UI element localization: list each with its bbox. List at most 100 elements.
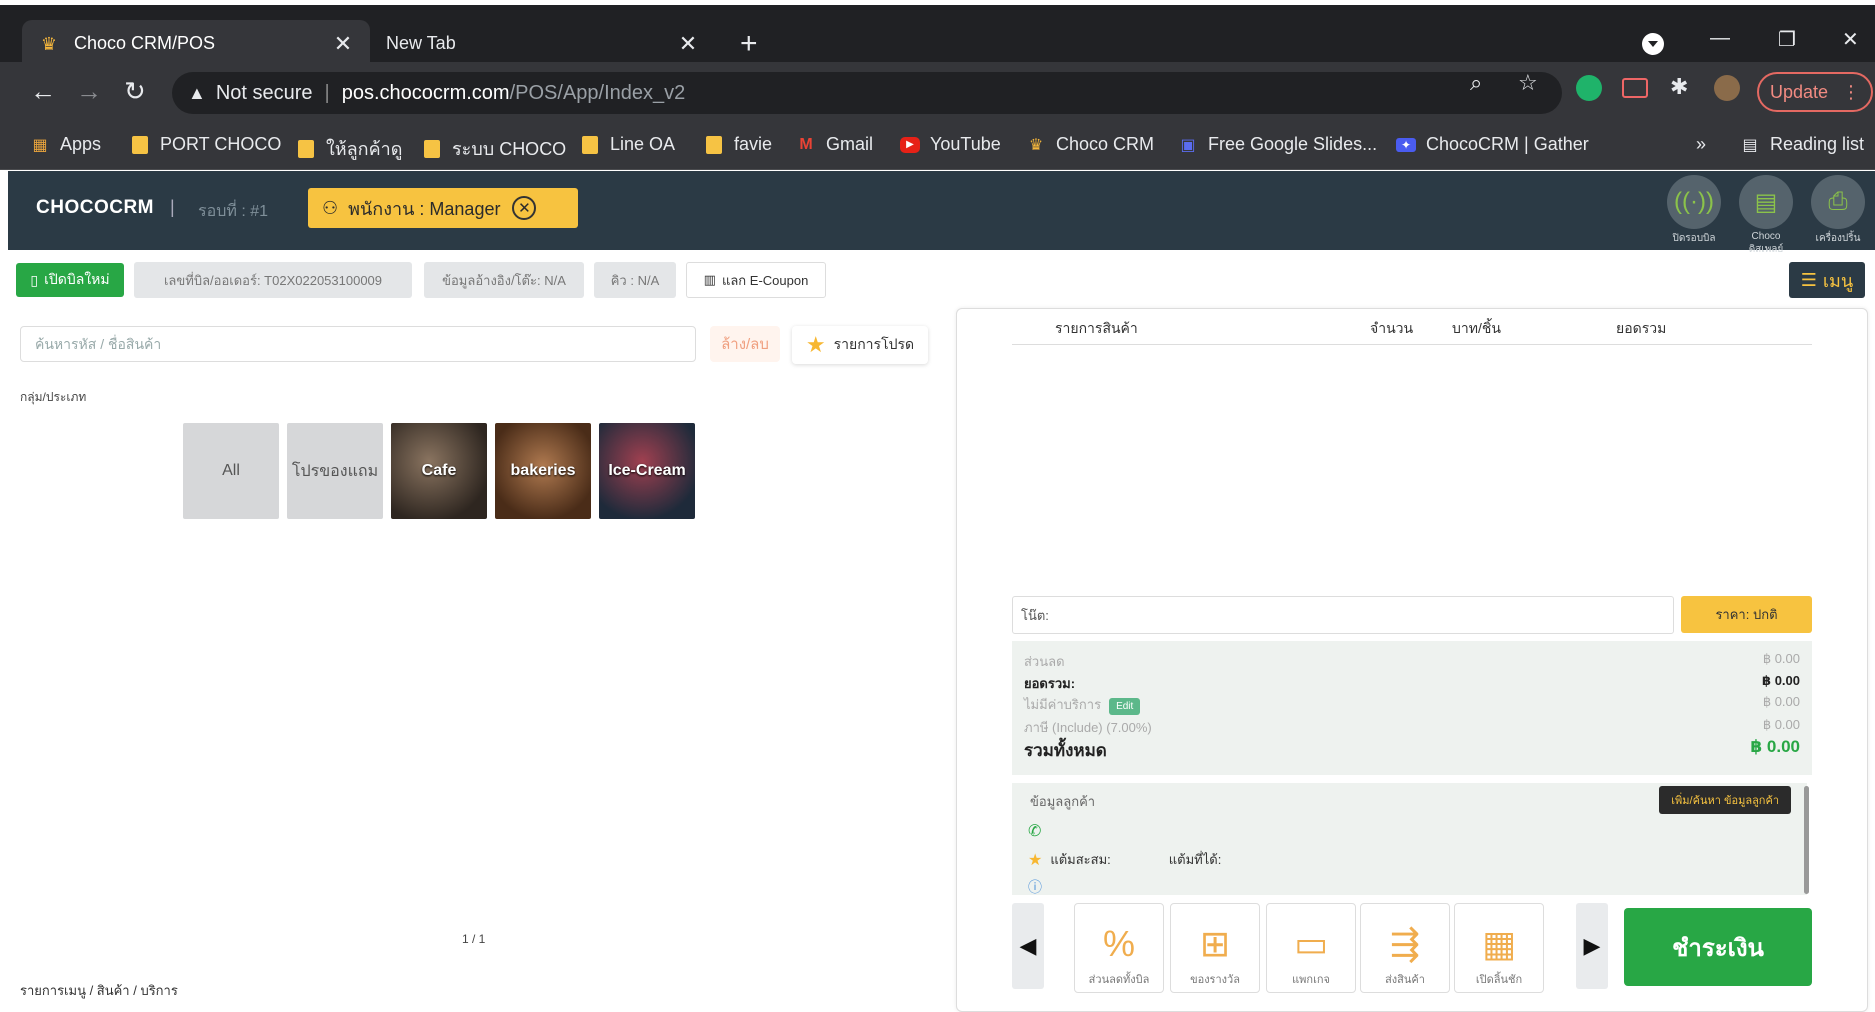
reference-chip[interactable]: ข้อมูลอ้างอิง/โต๊ะ: N/A <box>424 262 584 298</box>
ecoupon-button[interactable]: ▥ แลก E-Coupon <box>686 262 826 298</box>
folder-icon <box>706 135 722 154</box>
category-all[interactable]: All <box>183 423 279 519</box>
package-button[interactable]: ▭ แพกเกจ <box>1266 903 1356 993</box>
staff-badge[interactable]: ⚇ พนักงาน : Manager ✕ <box>308 188 578 228</box>
window-close-icon[interactable]: ✕ <box>1842 27 1859 52</box>
folder-icon <box>424 139 440 158</box>
display-icon: ▤ <box>1739 175 1793 229</box>
browser-tab-new[interactable]: New Tab ✕ <box>370 20 715 67</box>
url-path: /POS/App/Index_v2 <box>509 81 686 104</box>
customer-scrollbar[interactable] <box>1804 786 1809 894</box>
category-bakeries[interactable]: bakeries <box>495 423 591 519</box>
category-promo-gifts[interactable]: โปรของแถม <box>287 423 383 519</box>
folder-icon <box>132 135 148 154</box>
bookmark-google-slides[interactable]: ▣ Free Google Slides... <box>1178 134 1377 155</box>
phone-icon: ✆ <box>1028 823 1042 840</box>
update-label: Update <box>1769 81 1829 102</box>
grammarly-extension-icon[interactable] <box>1576 75 1602 101</box>
subtotal-value: ฿ 0.00 <box>1762 673 1800 688</box>
logout-close-icon[interactable]: ✕ <box>512 196 537 220</box>
bookmark-label: YouTube <box>930 134 1001 154</box>
reading-list-icon: ▤ <box>1742 136 1758 154</box>
favorites-button[interactable]: ★ รายการโปรด <box>792 326 928 364</box>
scroll-right-button[interactable]: ▶ <box>1576 903 1608 989</box>
category-ice-cream[interactable]: Ice-Cream <box>599 423 695 519</box>
minimize-icon[interactable]: — <box>1710 27 1730 50</box>
bill-discount-button[interactable]: % ส่วนลดทั้งบิล <box>1074 903 1164 993</box>
bookmark-choco-crm[interactable]: ♛ Choco CRM <box>1026 134 1154 155</box>
close-icon[interactable]: ✕ <box>677 31 699 57</box>
menu-button[interactable]: ☰ เมนู <box>1789 262 1865 298</box>
menu-list-label: รายการเมนู / สินค้า / บริการ <box>20 983 178 998</box>
bookmark-choco-system[interactable]: ระบบ CHOCO <box>424 134 566 163</box>
choco-display-button[interactable]: ▤ Choco ดิสเพลย์ <box>1734 175 1798 257</box>
edit-service-button[interactable]: Edit <box>1109 698 1141 715</box>
action-label: เปิดลิ้นชัก <box>1475 974 1523 986</box>
grand-total-row: รวมทั้งหมด ฿ 0.00 <box>1024 737 1800 764</box>
bill-number-chip: เลขที่บิล/ออเดอร์: T02X022053100009 <box>134 262 412 298</box>
add-customer-button[interactable]: เพิ่ม/ค้นหา ข้อมูลลูกค้า <box>1659 786 1791 814</box>
profile-menu-icon[interactable] <box>1642 33 1664 55</box>
printer-button[interactable]: ⎙ เครื่องปริ้น <box>1806 175 1870 246</box>
bookmark-gather[interactable]: ✦ ChocoCRM | Gather <box>1396 134 1589 155</box>
points-row: ★ แต้มสะสม: แต้มที่ได้: <box>1028 849 1221 870</box>
bookmark-line-oa[interactable]: Line OA <box>582 134 675 155</box>
chrome-update-button[interactable]: Update ⋮ <box>1757 72 1873 112</box>
grand-total-value: ฿ 0.00 <box>1750 737 1800 756</box>
folder-icon <box>582 135 598 154</box>
cast-extension-icon[interactable] <box>1622 78 1648 98</box>
package-icon: ▭ <box>1293 923 1328 964</box>
rewards-button[interactable]: ⊞ ของรางวัล <box>1170 903 1260 993</box>
close-round-button[interactable]: ((·)) ปิดรอบบิล <box>1662 175 1726 246</box>
delivery-button[interactable]: ⇶ ส่งสินค้า <box>1360 903 1450 993</box>
profile-avatar-icon[interactable] <box>1714 75 1740 101</box>
bookmark-gmail[interactable]: M Gmail <box>796 134 873 155</box>
reading-list-label: Reading list <box>1770 134 1865 154</box>
tool-label: ปิดรอบบิล <box>1672 233 1716 244</box>
reload-icon[interactable]: ↻ <box>124 76 146 106</box>
bookmark-youtube[interactable]: ▶ YouTube <box>900 134 1001 155</box>
extensions-puzzle-icon[interactable]: ✱ <box>1670 74 1688 100</box>
clear-button[interactable]: ล้าง/ลบ <box>710 326 780 362</box>
zoom-icon[interactable]: ⌕ <box>1470 70 1482 96</box>
brand-logo: CHOCOCRM <box>36 197 154 218</box>
bookmark-apps[interactable]: ▦ Apps <box>30 134 101 155</box>
discount-value: ฿ 0.00 <box>1762 651 1800 666</box>
forward-icon[interactable]: → <box>76 76 102 106</box>
bookmark-port-choco[interactable]: PORT CHOCO <box>132 134 281 155</box>
new-bill-button[interactable]: ▯ เปิดบิลใหม่ <box>16 263 124 297</box>
queue-chip[interactable]: คิว : N/A <box>594 262 676 298</box>
url-field[interactable]: ▲ Not secure | pos.chococrm.com /POS/App… <box>172 72 1562 114</box>
back-icon[interactable]: ← <box>30 76 56 106</box>
url-host: pos.chococrm.com <box>341 81 510 104</box>
browser-tab-choco[interactable]: ♛ Choco CRM/POS ✕ <box>22 20 370 67</box>
new-tab-button[interactable]: + <box>740 29 758 59</box>
scroll-left-button[interactable]: ◀ <box>1012 903 1044 989</box>
pay-button[interactable]: ชำระเงิน <box>1624 908 1812 986</box>
staff-icon: ⚇ <box>322 197 339 218</box>
category-cafe[interactable]: Cafe <box>391 423 487 519</box>
info-icon[interactable]: ⓘ <box>1028 877 1042 897</box>
reading-list-button[interactable]: ▤ Reading list <box>1740 134 1864 155</box>
close-icon[interactable]: ✕ <box>332 31 354 57</box>
percent-discount-icon: % <box>1102 923 1135 964</box>
open-drawer-button[interactable]: ▦ เปิดลิ้นชัก <box>1454 903 1544 993</box>
price-level-button[interactable]: ราคา: ปกติ <box>1681 596 1812 633</box>
product-search-input[interactable] <box>20 326 696 362</box>
cash-drawer-icon: ▦ <box>1481 923 1516 964</box>
gift-icon: ⊞ <box>1199 923 1231 964</box>
choco-logo-icon: ♛ <box>1028 136 1044 154</box>
pagination-label: 1 / 1 <box>462 932 486 946</box>
customer-title: ข้อมูลลูกค้า <box>1030 794 1096 809</box>
bookmark-customer[interactable]: ให้ลูกค้าดู <box>298 134 402 163</box>
bookmark-star-icon[interactable]: ☆ <box>1518 70 1538 96</box>
tax-value: ฿ 0.00 <box>1762 717 1800 732</box>
more-bookmarks-button[interactable]: » <box>1696 134 1706 155</box>
round-label: รอบที่ : #1 <box>198 203 269 220</box>
app-header: CHOCOCRM | รอบที่ : #1 ⚇ พนักงาน : Manag… <box>8 171 1875 255</box>
restore-icon[interactable]: ❐ <box>1778 27 1796 52</box>
column-total: ยอดรวม <box>1616 320 1667 336</box>
column-unit-price: บาท/ชิ้น <box>1452 320 1501 336</box>
note-field[interactable]: โน๊ต: <box>1012 596 1674 634</box>
bookmark-favie[interactable]: favie <box>706 134 772 155</box>
